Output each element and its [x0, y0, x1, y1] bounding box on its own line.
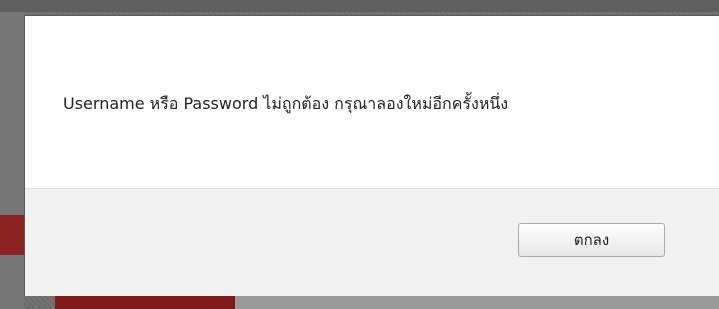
dialog-message: Username หรือ Password ไม่ถูกต้อง กรุณาล… [63, 94, 509, 113]
background-red-panel [55, 296, 235, 309]
overlay-top-bar [0, 0, 719, 12]
dialog-footer: ตกลง [25, 188, 719, 296]
alert-dialog: Username หรือ Password ไม่ถูกต้อง กรุณาล… [24, 15, 719, 296]
overlay-left-strip [0, 12, 24, 309]
dialog-body: Username หรือ Password ไม่ถูกต้อง กรุณาล… [25, 16, 719, 188]
background-gray-panel [235, 296, 719, 309]
ok-button[interactable]: ตกลง [518, 223, 665, 257]
background-red-block [0, 215, 24, 255]
